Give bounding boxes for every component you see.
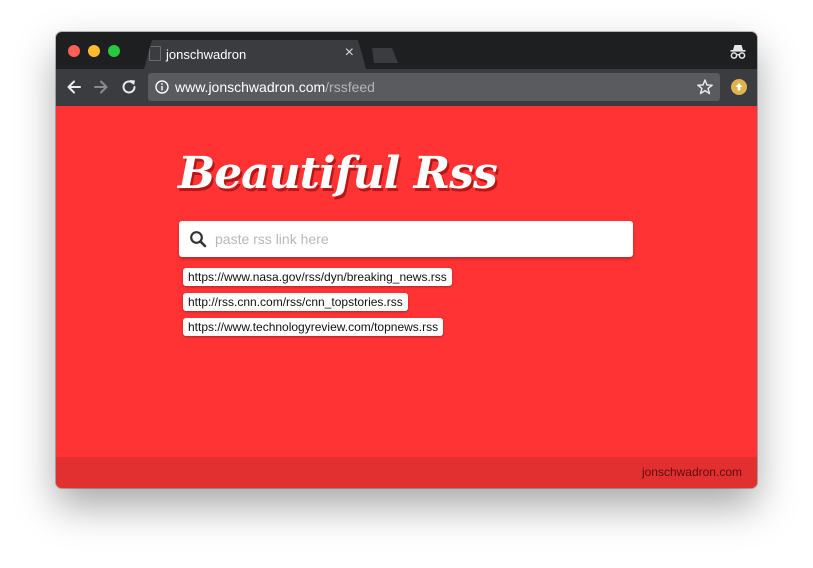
new-tab-button[interactable]	[368, 48, 398, 63]
rss-link-input[interactable]	[215, 221, 625, 257]
app-logo: Beautiful Rss	[178, 148, 498, 199]
upload-arrow-icon	[735, 83, 743, 91]
rss-suggestion-cnn[interactable]: http://rss.cnn.com/rss/cnn_topstories.rs…	[183, 293, 408, 311]
reload-icon[interactable]	[119, 77, 139, 97]
address-bar[interactable]: www.jonschwadron.com/rssfeed	[148, 73, 720, 101]
close-window-button[interactable]	[68, 45, 80, 57]
footer-link[interactable]: jonschwadron.com	[642, 465, 742, 479]
page-content: Beautiful Rss https://www.nasa.gov/rss/d…	[56, 106, 757, 488]
page-icon	[149, 46, 161, 61]
forward-arrow-icon[interactable]	[91, 77, 111, 97]
rss-suggestion-nasa[interactable]: https://www.nasa.gov/rss/dyn/breaking_ne…	[183, 268, 452, 286]
tab-title: jonschwadron	[166, 47, 247, 62]
maximize-window-button[interactable]	[108, 45, 120, 57]
url-host: www.jonschwadron.com	[175, 79, 326, 95]
incognito-icon	[730, 45, 746, 59]
rss-suggestion-list: https://www.nasa.gov/rss/dyn/breaking_ne…	[183, 268, 452, 343]
browser-window: jonschwadron × www.jonschwadron.com/rssf…	[56, 32, 757, 488]
url-path: /rssfeed	[325, 79, 375, 95]
url-text: www.jonschwadron.com/rssfeed	[175, 79, 375, 95]
info-icon[interactable]	[155, 80, 169, 94]
search-box[interactable]	[179, 221, 633, 257]
star-icon[interactable]	[696, 78, 714, 96]
back-arrow-icon[interactable]	[64, 77, 84, 97]
extension-icon[interactable]	[731, 79, 747, 95]
page-footer: jonschwadron.com	[56, 457, 757, 488]
tab-close-button[interactable]: ×	[345, 44, 354, 62]
tab-strip: jonschwadron ×	[56, 32, 757, 69]
rss-suggestion-technologyreview[interactable]: https://www.technologyreview.com/topnews…	[183, 318, 444, 336]
tab-active[interactable]: jonschwadron ×	[144, 40, 366, 69]
minimize-window-button[interactable]	[88, 45, 100, 57]
search-icon	[190, 231, 207, 248]
browser-toolbar: www.jonschwadron.com/rssfeed	[56, 69, 757, 106]
